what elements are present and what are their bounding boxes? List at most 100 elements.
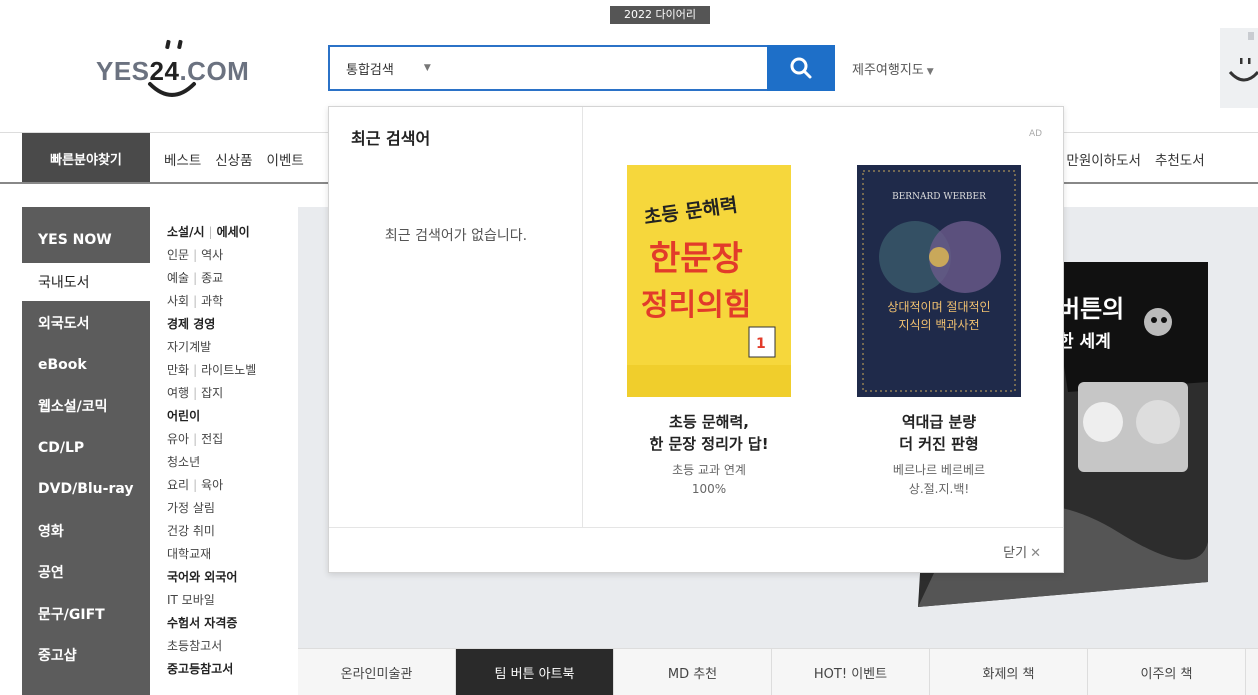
subcategory-link[interactable]: IT 모바일 bbox=[167, 593, 215, 607]
category-item[interactable]: DVD/Blu-ray bbox=[22, 470, 150, 508]
subcategory-link[interactable]: 청소년 bbox=[167, 455, 200, 469]
nav-item-best[interactable]: 베스트 bbox=[164, 149, 201, 169]
subcategory-item[interactable]: 건강 취미 bbox=[167, 522, 215, 539]
search-category-label: 통합검색 bbox=[346, 62, 394, 78]
subcategory-item[interactable]: 예술 | 종교 bbox=[167, 269, 223, 286]
trending-keyword[interactable]: 제주여행지도 ▼ bbox=[852, 59, 934, 78]
tab-online-gallery[interactable]: 온라인미술관 bbox=[298, 649, 456, 695]
subcategory-link[interactable]: 인문 bbox=[167, 248, 189, 262]
ad-label: AD bbox=[1029, 129, 1043, 139]
category-item[interactable]: 웹소설/코믹 bbox=[22, 387, 150, 425]
logo-text: YES24.COM bbox=[96, 56, 250, 86]
subcategory-link[interactable]: 종교 bbox=[201, 271, 223, 285]
subcategory-item[interactable]: 청소년 bbox=[167, 453, 200, 470]
ad-book-card[interactable]: BERNARD WERBER 상대적이며 절대적인 지식의 백과사전 역대급 분… bbox=[849, 165, 1029, 499]
nav-item-under-10k[interactable]: 만원이하도서 bbox=[1066, 149, 1141, 169]
banner-subtitle-fragment: 한 세계 bbox=[1058, 332, 1111, 352]
subcategory-item[interactable]: 국어와 외국어 bbox=[167, 568, 237, 585]
subcategory-item[interactable]: 사회 | 과학 bbox=[167, 292, 223, 309]
subcategory-link[interactable]: 중고등참고서 bbox=[167, 662, 233, 676]
subcategory-link[interactable]: 요리 bbox=[167, 478, 189, 492]
subcategory-link[interactable]: 전집 bbox=[201, 432, 223, 446]
category-item[interactable]: 문구/GIFT bbox=[22, 595, 150, 633]
subcategory-item[interactable]: 자기계발 bbox=[167, 338, 211, 355]
subcategory-item[interactable]: 여행 | 잡지 bbox=[167, 384, 223, 401]
close-popup-button[interactable]: 닫기 ✕ bbox=[1003, 542, 1041, 561]
caret-down-icon: ▼ bbox=[926, 67, 934, 77]
search-icon bbox=[790, 57, 812, 79]
category-item[interactable]: 중고샵 bbox=[22, 636, 150, 674]
nav-item-event[interactable]: 이벤트 bbox=[267, 149, 304, 169]
subcategory-item[interactable]: 대학교재 bbox=[167, 545, 211, 562]
popup-footer: 닫기 ✕ bbox=[329, 527, 1063, 573]
ad-book-card[interactable]: 초등 문해력 한문장 정리의힘 1 초등 문해력, 한 문장 정리가 답! 초등… bbox=[619, 165, 799, 499]
search-button[interactable] bbox=[767, 45, 835, 91]
tab-book-of-week[interactable]: 이주의 책 bbox=[1088, 649, 1246, 695]
subcategory-link[interactable]: 어린이 bbox=[167, 409, 200, 423]
category-item[interactable]: YES NOW bbox=[22, 221, 150, 259]
tab-topic-books[interactable]: 화제의 책 bbox=[930, 649, 1088, 695]
tab-tim-burton-artbook[interactable]: 팀 버튼 아트북 bbox=[456, 649, 614, 695]
subcategory-link[interactable]: 가정 살림 bbox=[167, 501, 215, 515]
search-box: 통합검색 ▼ bbox=[328, 45, 835, 91]
subcategory-link[interactable]: 소설/시 bbox=[167, 225, 205, 239]
nav-item-new[interactable]: 신상품 bbox=[215, 149, 252, 169]
main-nav-left: 베스트 신상품 이벤트 bbox=[164, 149, 304, 169]
subcategory-link[interactable]: 라이트노벨 bbox=[201, 363, 256, 377]
svg-text:지식의 백과사전: 지식의 백과사전 bbox=[898, 318, 979, 332]
book-description: 초등 교과 연계 100% bbox=[672, 463, 746, 496]
separator: | bbox=[193, 432, 198, 446]
subcategory-link[interactable]: 수험서 자격증 bbox=[167, 616, 237, 630]
category-item[interactable]: eBook bbox=[22, 346, 150, 384]
category-item[interactable]: CD/LP bbox=[22, 429, 150, 467]
category-item[interactable]: 영화 bbox=[22, 512, 150, 550]
close-icon: ✕ bbox=[1030, 546, 1041, 561]
subcategory-item[interactable]: 만화 | 라이트노벨 bbox=[167, 361, 256, 378]
subcategory-item[interactable]: 경제 경영 bbox=[167, 315, 215, 332]
separator: | bbox=[193, 294, 198, 308]
tab-hot-event[interactable]: HOT! 이벤트 bbox=[772, 649, 930, 695]
subcategory-link[interactable]: 예술 bbox=[167, 271, 189, 285]
tab-md-pick[interactable]: MD 추천 bbox=[614, 649, 772, 695]
subcategory-item[interactable]: 어린이 bbox=[167, 407, 200, 424]
subcategory-item[interactable]: 초등참고서 bbox=[167, 637, 222, 654]
subcategory-item[interactable]: 요리 | 육아 bbox=[167, 476, 223, 493]
subcategory-link[interactable]: 사회 bbox=[167, 294, 189, 308]
subcategory-link[interactable]: 경제 경영 bbox=[167, 317, 215, 331]
subcategory-link[interactable]: 대학교재 bbox=[167, 547, 211, 561]
subcategory-item[interactable]: 소설/시 | 에세이 bbox=[167, 223, 250, 240]
book-title: 초등 문해력, 한 문장 정리가 답! bbox=[649, 413, 769, 453]
quick-category-button[interactable]: 빠른분야찾기 bbox=[22, 133, 150, 183]
subcategory-link[interactable]: 유아 bbox=[167, 432, 189, 446]
search-suggestion-popup: 최근 검색어 최근 검색어가 없습니다. AD 초등 문해력 한문장 정리의힘 … bbox=[328, 106, 1064, 573]
subcategory-link[interactable]: 육아 bbox=[201, 478, 223, 492]
recent-searches-panel: 최근 검색어 최근 검색어가 없습니다. bbox=[329, 107, 583, 527]
book-cover: 초등 문해력 한문장 정리의힘 1 bbox=[627, 165, 791, 397]
subcategory-link[interactable]: 만화 bbox=[167, 363, 189, 377]
subcategory-link[interactable]: 건강 취미 bbox=[167, 524, 215, 538]
subcategory-link[interactable]: 국어와 외국어 bbox=[167, 570, 237, 584]
yes24-logo[interactable]: YES24.COM bbox=[96, 36, 256, 100]
subcategory-link[interactable]: 초등참고서 bbox=[167, 639, 222, 653]
subcategory-item[interactable]: 인문 | 역사 bbox=[167, 246, 223, 263]
subcategory-link[interactable]: 잡지 bbox=[201, 386, 223, 400]
category-item[interactable]: 국내도서 bbox=[22, 262, 150, 301]
subcategory-item[interactable]: IT 모바일 bbox=[167, 591, 215, 608]
category-item[interactable]: 외국도서 bbox=[22, 304, 150, 342]
search-input[interactable] bbox=[450, 47, 767, 89]
subcategory-item[interactable]: 수험서 자격증 bbox=[167, 614, 237, 631]
search-category-select[interactable]: 통합검색 ▼ bbox=[330, 47, 450, 89]
subcategory-link[interactable]: 여행 bbox=[167, 386, 189, 400]
subcategory-link[interactable]: 에세이 bbox=[217, 225, 250, 239]
diary-promo-badge[interactable]: 2022 다이어리 bbox=[610, 6, 710, 24]
right-ad-thumbnail[interactable] bbox=[1220, 28, 1258, 108]
subcategory-link[interactable]: 과학 bbox=[201, 294, 223, 308]
nav-item-recommended[interactable]: 추천도서 bbox=[1155, 149, 1205, 169]
subcategory-link[interactable]: 자기계발 bbox=[167, 340, 211, 354]
cover-author: BERNARD WERBER bbox=[892, 192, 986, 202]
subcategory-item[interactable]: 중고등참고서 bbox=[167, 660, 233, 677]
subcategory-link[interactable]: 역사 bbox=[201, 248, 223, 262]
subcategory-item[interactable]: 유아 | 전집 bbox=[167, 430, 223, 447]
category-item[interactable]: 공연 bbox=[22, 553, 150, 591]
subcategory-item[interactable]: 가정 살림 bbox=[167, 499, 215, 516]
